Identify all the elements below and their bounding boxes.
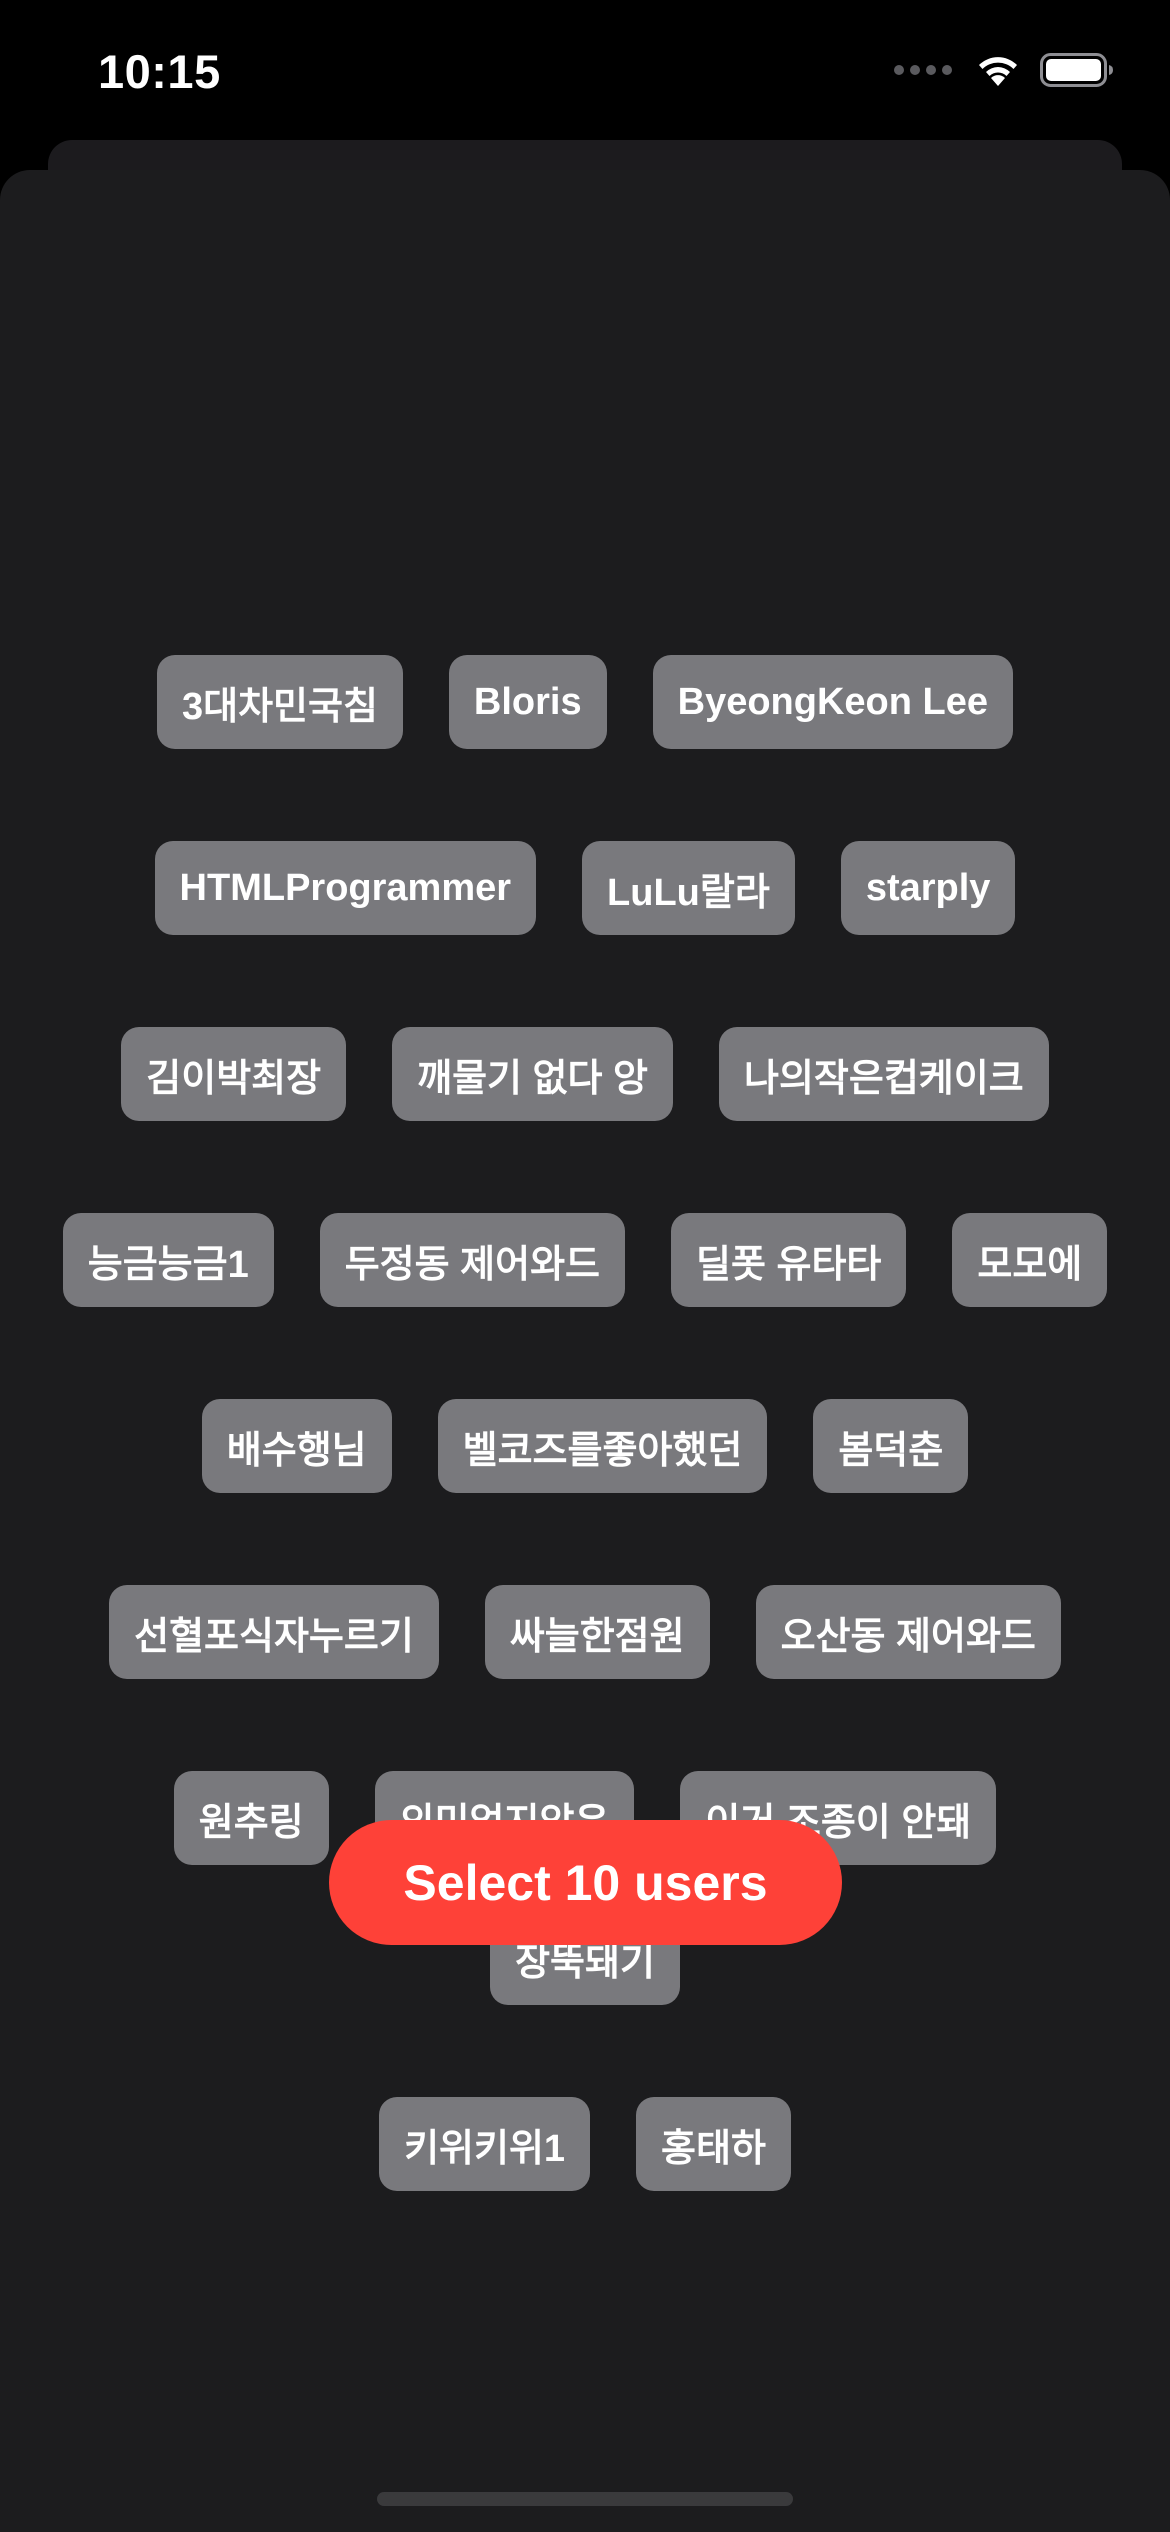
user-chip[interactable]: 두정동 제어와드 bbox=[319, 1213, 625, 1307]
user-chip-list: 3대차민국침 Bloris ByeongKeon Lee HTMLProgrammer… bbox=[60, 655, 1110, 2191]
user-chip[interactable]: 봄덕춘 bbox=[813, 1399, 969, 1493]
app-screen: 10:15 3대차민국침 Bloris ByeongKeon Lee HTMLProg… bbox=[0, 0, 1170, 2532]
battery-icon bbox=[1040, 53, 1113, 87]
user-chip[interactable]: 벨코즈를좋아했던 bbox=[437, 1399, 768, 1493]
user-chip[interactable]: 키위키위1 bbox=[379, 2097, 591, 2191]
user-chip[interactable]: 3대차민국침 bbox=[156, 655, 403, 749]
user-chip[interactable]: LuLu랄라 bbox=[582, 841, 795, 935]
wifi-icon bbox=[979, 57, 1017, 86]
user-chip[interactable]: 김이박최장 bbox=[121, 1027, 347, 1121]
user-chip[interactable]: HTMLProgrammer bbox=[154, 841, 537, 935]
user-chip[interactable]: 모모에 bbox=[952, 1213, 1108, 1307]
user-chip[interactable]: 선혈포식자누르기 bbox=[109, 1585, 439, 1679]
status-icons bbox=[894, 52, 1114, 88]
signal-dots-icon bbox=[894, 65, 952, 75]
user-chip[interactable]: 나의작은컵케이크 bbox=[719, 1027, 1049, 1121]
user-chip[interactable]: 깨물기 없다 앙 bbox=[392, 1027, 673, 1121]
status-bar: 10:15 bbox=[0, 0, 1170, 150]
user-chip[interactable]: 배수행님 bbox=[201, 1399, 392, 1493]
user-chip[interactable]: 홍태하 bbox=[636, 2097, 791, 2191]
status-time: 10:15 bbox=[98, 45, 221, 98]
user-chip[interactable]: 원추링 bbox=[173, 1771, 329, 1865]
user-chip[interactable]: 오산동 제어와드 bbox=[755, 1585, 1061, 1679]
user-chip[interactable]: 능금능금1 bbox=[62, 1213, 274, 1307]
home-indicator bbox=[377, 2492, 793, 2506]
user-chip[interactable]: Bloris bbox=[448, 655, 607, 749]
user-chip[interactable]: starply bbox=[840, 841, 1016, 935]
user-chip[interactable]: 싸늘한점원 bbox=[484, 1585, 710, 1679]
user-chip[interactable]: 딜폿 유타타 bbox=[671, 1213, 907, 1307]
select-users-button[interactable]: Select 10 users bbox=[329, 1820, 842, 1945]
user-chip[interactable]: ByeongKeon Lee bbox=[652, 655, 1014, 749]
